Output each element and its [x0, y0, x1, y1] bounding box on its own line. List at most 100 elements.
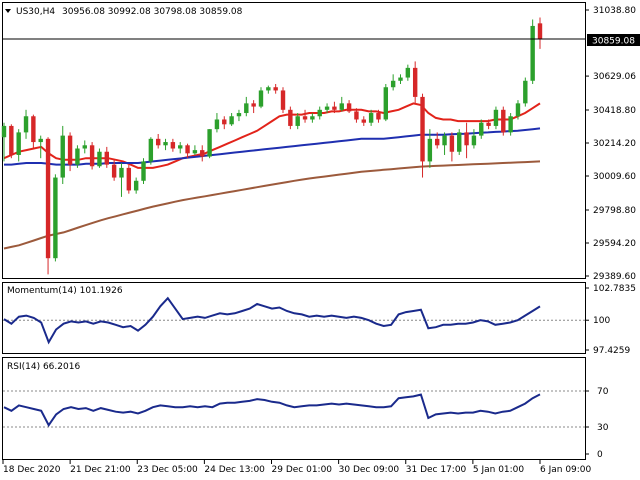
- rsi-y-tick-label: 30: [597, 423, 609, 433]
- candle-body: [23, 116, 29, 133]
- price-y-tick-label: 29389.60: [593, 272, 636, 282]
- candle-body: [266, 87, 271, 91]
- candle-body: [288, 109, 293, 126]
- price-y-tick-label: 30629.06: [593, 72, 636, 82]
- price-y-tick-label: 31038.80: [593, 6, 636, 16]
- candle-body: [368, 113, 374, 123]
- candle-body: [82, 145, 87, 149]
- candle-body: [251, 103, 256, 107]
- price-y-tick-label: 30418.80: [593, 106, 636, 116]
- candle-body: [155, 138, 161, 146]
- candle-body: [339, 103, 344, 110]
- candle-body: [457, 132, 462, 152]
- candle-body: [141, 161, 146, 181]
- candle-body: [412, 67, 418, 97]
- candle-body: [53, 177, 58, 259]
- candle-body: [111, 164, 117, 178]
- candle-body: [60, 135, 65, 178]
- candle-body: [530, 25, 535, 81]
- candle-body: [163, 142, 168, 146]
- candle-body: [31, 116, 36, 143]
- candle-body: [479, 122, 484, 136]
- price-panel-frame: [2, 2, 586, 279]
- candle-body: [464, 132, 469, 146]
- candle-body: [471, 135, 477, 146]
- momentum-y-tick-label: 97.4259: [593, 346, 630, 356]
- x-tick-label: 31 Dec 17:00: [406, 465, 467, 475]
- candle-body: [16, 132, 21, 155]
- candle-body: [361, 119, 366, 123]
- momentum-title: Momentum(14) 101.1926: [7, 286, 123, 296]
- rsi-y-tick-label: 70: [597, 387, 609, 397]
- candle-body: [170, 142, 176, 149]
- rsi-y-tick-label: 0: [597, 450, 603, 460]
- candle-body: [185, 145, 190, 154]
- candle-body: [493, 109, 499, 126]
- candle-body: [38, 138, 43, 143]
- candle-body: [126, 167, 132, 191]
- price-y-tick-label: 29798.80: [593, 206, 636, 216]
- ohlc-label: 30956.08 30992.08 30798.08 30859.08: [62, 7, 243, 17]
- candle-body: [9, 125, 14, 155]
- x-tick-label: 23 Dec 05:00: [137, 465, 198, 475]
- candle-body: [45, 138, 51, 259]
- x-tick-label: 30 Dec 09:00: [339, 465, 400, 475]
- candle-body: [244, 103, 249, 114]
- x-tick-label: 18 Dec 2020: [3, 465, 61, 475]
- candle-body: [346, 103, 352, 112]
- price-y-tick-label: 29594.20: [593, 239, 636, 249]
- candle-body: [310, 116, 315, 120]
- candle-body: [501, 109, 506, 133]
- x-tick-label: 5 Jan 01:00: [473, 465, 525, 475]
- x-tick-label: 29 Dec 01:00: [272, 465, 333, 475]
- candle-body: [515, 103, 521, 117]
- candle-body: [317, 109, 322, 117]
- candle-body: [1, 125, 7, 138]
- candle-body: [222, 119, 227, 125]
- candle-body: [332, 106, 337, 110]
- price-y-tick-label: 30009.60: [593, 172, 636, 182]
- candle-body: [67, 135, 73, 165]
- candle-body: [104, 151, 109, 165]
- candle-body: [75, 148, 80, 165]
- candle-body: [89, 145, 95, 167]
- candle-body: [280, 90, 286, 110]
- candle-body: [119, 167, 124, 178]
- candle-body: [398, 77, 403, 81]
- momentum-y-tick-label: 100: [593, 316, 610, 326]
- candle-body: [354, 111, 359, 120]
- candle-body: [523, 80, 528, 104]
- candle-body: [449, 135, 455, 152]
- momentum-y-tick-label: 102.7835: [593, 284, 636, 294]
- candle-body: [97, 151, 102, 167]
- candle-body: [383, 87, 389, 120]
- candle-body: [376, 113, 381, 120]
- x-tick-label: 24 Dec 13:00: [204, 465, 265, 475]
- candle-body: [442, 135, 447, 146]
- candle-body: [302, 116, 308, 120]
- candle-body: [273, 87, 278, 91]
- x-tick-label: 21 Dec 21:00: [70, 465, 131, 475]
- candle-body: [435, 138, 440, 146]
- candle-body: [324, 106, 330, 110]
- candle-body: [258, 90, 264, 107]
- symbol-label: US30,H4: [16, 7, 55, 17]
- candle-body: [486, 122, 491, 126]
- candle-body: [420, 96, 425, 162]
- candle-body: [508, 116, 513, 133]
- candle-body: [148, 138, 154, 162]
- rsi-title: RSI(14) 66.2016: [7, 362, 80, 372]
- candle-body: [229, 116, 234, 125]
- candle-body: [207, 129, 212, 157]
- rsi-panel-frame: [2, 357, 586, 460]
- candle-body: [390, 80, 396, 88]
- candle-body: [236, 113, 242, 117]
- candle-body: [295, 116, 300, 126]
- candle-body: [405, 67, 411, 78]
- trading-chart: 31038.80 30629.06 30418.80 30214.20 30009.60…: [1, 2, 640, 475]
- candle-body: [133, 180, 139, 191]
- candle-body: [427, 138, 433, 162]
- x-tick-label: 6 Jan 09:00: [540, 465, 592, 475]
- candle-body: [214, 119, 220, 130]
- price-y-tick-label: 30214.20: [593, 139, 636, 149]
